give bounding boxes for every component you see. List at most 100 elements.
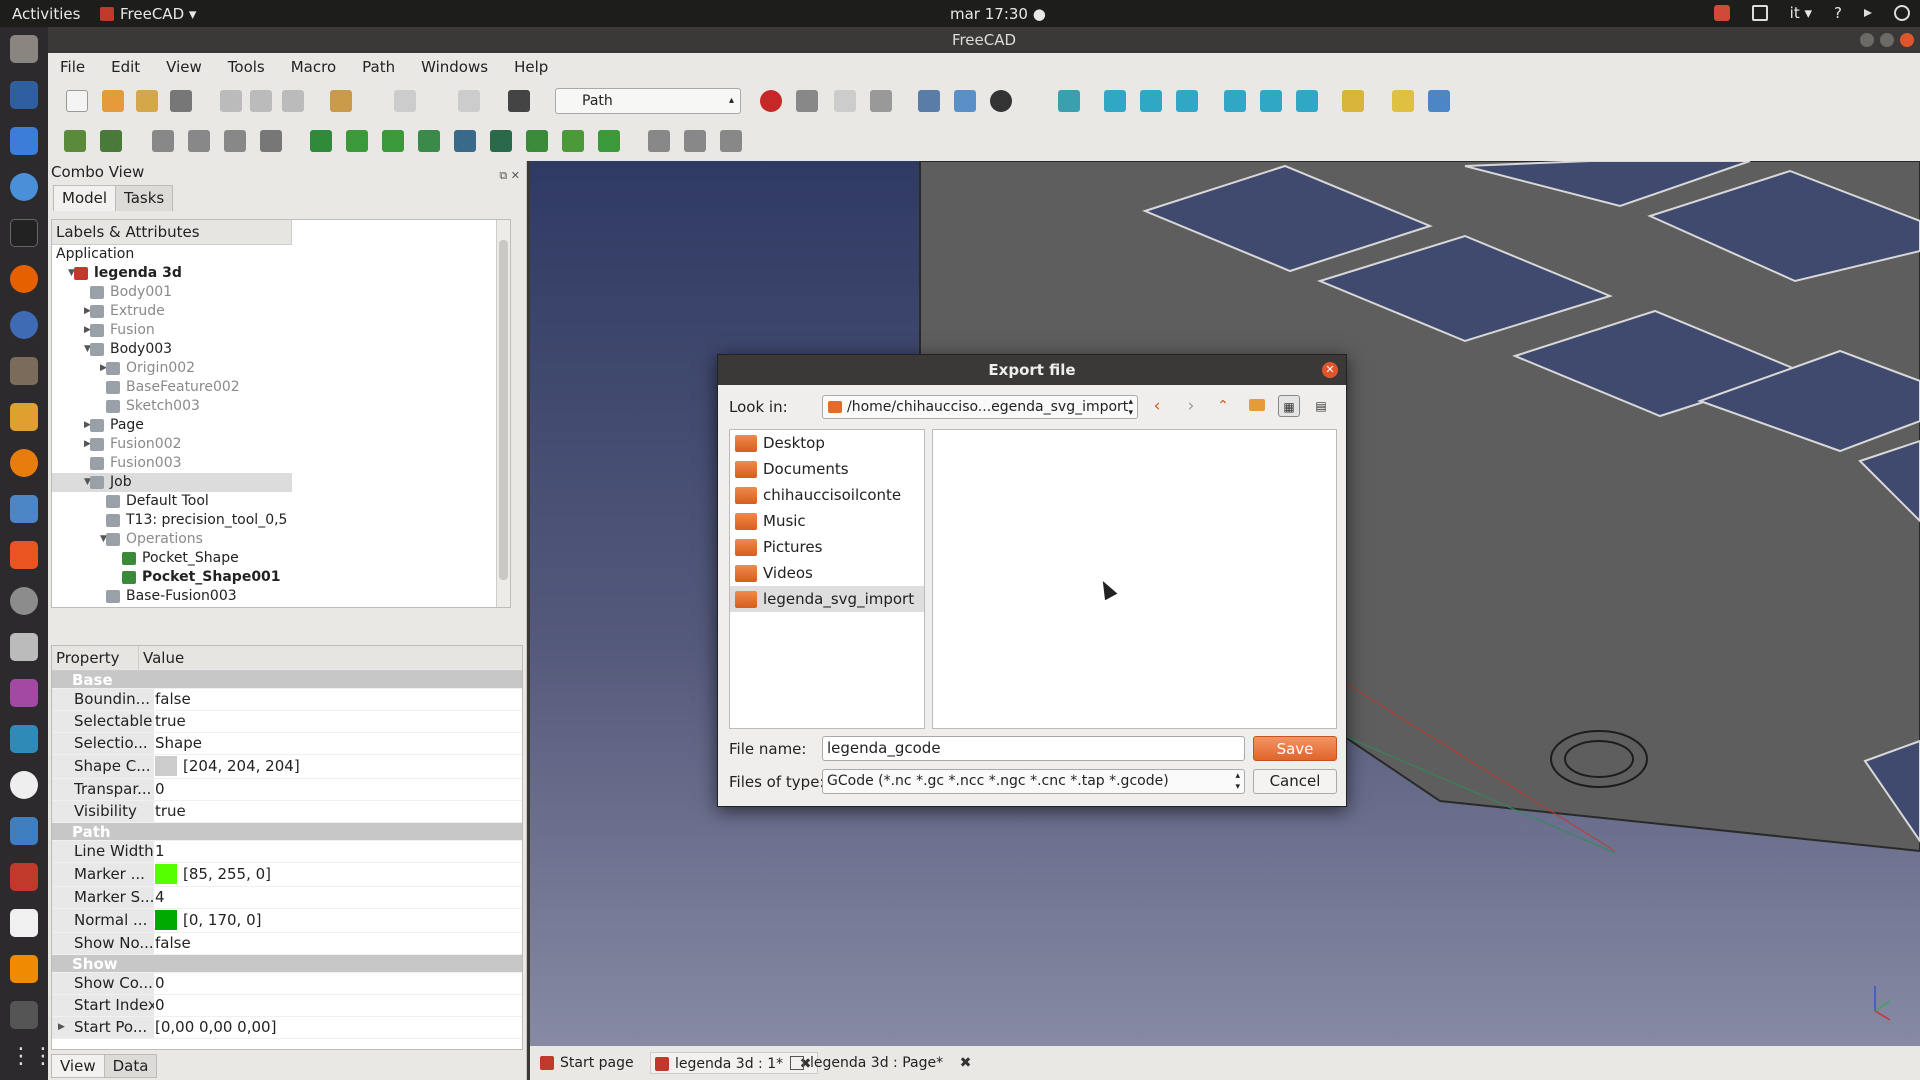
menu-windows[interactable]: Windows [421,58,488,76]
place-item[interactable]: chihauccisoilconte [730,482,924,508]
whats-this-icon[interactable] [508,90,530,112]
tree-item[interactable]: ▶ Page [52,416,510,435]
menu-path[interactable]: Path [362,58,395,76]
view-rear-icon[interactable] [1224,90,1246,112]
adaptive-icon[interactable] [490,130,512,152]
property-row[interactable]: Selectable true [52,711,522,733]
workbench-selector[interactable]: Path ▴▾ [555,88,741,130]
color-swatch[interactable] [155,910,177,930]
cut-icon[interactable] [220,90,242,112]
tree-scrollbar[interactable] [496,220,510,607]
minimize-button[interactable] [1860,33,1874,47]
copy-op-icon[interactable] [720,130,742,152]
gimp-icon[interactable] [10,357,38,385]
tree-item[interactable]: ▼ Operations [52,530,510,549]
mill-face-icon[interactable] [418,130,440,152]
freecad-dock-icon[interactable] [10,863,38,891]
look-in-combo[interactable]: /home/chihaucciso...egenda_svg_import ▴ ▾ [822,395,1138,419]
property-row[interactable]: Shape C... [204, 204, 204] [52,755,522,779]
property-value[interactable]: 1 [155,841,165,862]
tree-item[interactable]: Sketch003 [52,397,510,416]
tab-model[interactable]: Model [53,185,117,211]
media-icon[interactable] [10,679,38,707]
tree-item[interactable]: ▼ Body003 [52,340,510,359]
list-view-icon[interactable]: ▦ [1278,395,1300,417]
forward-icon[interactable]: › [1180,395,1202,417]
view-bottom-icon[interactable] [1260,90,1282,112]
property-value[interactable]: Shape [155,733,202,754]
arduino-icon[interactable] [10,725,38,753]
tree-item[interactable]: Body001 [52,283,510,302]
pocket-shape-icon[interactable] [382,130,404,152]
thunderbird-icon[interactable] [10,81,38,109]
video-editor-icon[interactable] [10,1001,38,1029]
property-row[interactable]: Line Width 1 [52,841,522,863]
place-item[interactable]: legenda_svg_import [730,586,924,612]
maximize-button[interactable] [1880,33,1894,47]
undo-icon[interactable] [330,90,352,112]
firefox-icon[interactable] [10,265,38,293]
property-value[interactable]: true [155,801,186,822]
redo-icon[interactable] [394,90,416,112]
help-icon[interactable]: ? [1834,4,1842,22]
notes-icon[interactable] [10,909,38,937]
tab-data[interactable]: Data [103,1054,158,1078]
show-apps-icon[interactable]: ⋮⋮⋮ [10,1043,76,1071]
tab-tasks[interactable]: Tasks [115,185,174,211]
property-row[interactable]: Marker ... [85, 255, 0] [52,863,522,887]
property-row[interactable]: Boundin... false [52,689,522,711]
tree-item[interactable]: ▶ Origin002 [52,359,510,378]
vlc-icon[interactable] [10,955,38,983]
save-button[interactable]: Save [1253,736,1337,761]
keyboard-layout[interactable]: it ▾ [1790,4,1812,22]
dressup-icon[interactable] [684,130,706,152]
menu-help[interactable]: Help [514,58,548,76]
tree-item[interactable]: ▶ Fusion002 [52,435,510,454]
screenshot-icon[interactable] [10,633,38,661]
panel-buttons[interactable]: ⧉ ✕ [499,165,520,187]
property-row[interactable]: Visibility true [52,801,522,823]
tree-item[interactable]: Application [52,245,510,264]
profile-icon[interactable] [310,130,332,152]
fit-all-icon[interactable] [918,90,940,112]
vcarve-icon[interactable] [598,130,620,152]
tree-item[interactable]: Pocket_Shape001 [52,568,510,587]
draw-style-icon[interactable] [990,90,1012,112]
property-row[interactable]: ▶ Start Po... [0,00 0,00 0,00] [52,1017,522,1039]
tree-item[interactable]: ▶ Extrude [52,302,510,321]
property-value[interactable]: 0 [155,779,165,800]
property-value[interactable]: [204, 204, 204] [155,755,300,778]
tree-item[interactable]: ▼ Job [52,473,292,492]
color-swatch[interactable] [155,756,177,776]
back-icon[interactable]: ‹ [1146,395,1168,417]
refresh-icon[interactable] [458,90,480,112]
tree-item[interactable]: T13: precision_tool_0,5 [52,511,510,530]
file-name-input[interactable]: legenda_gcode [822,736,1245,761]
property-row[interactable]: Marker S... 4 [52,887,522,909]
dialog-close-icon[interactable]: ✕ [1322,362,1338,378]
property-column-header[interactable]: Property [56,646,119,670]
view-isometric-icon[interactable] [1058,90,1080,112]
place-item[interactable]: Videos [730,560,924,586]
property-value[interactable]: false [155,933,191,954]
software-icon[interactable] [10,541,38,569]
volume-icon[interactable] [1864,9,1872,17]
engrave-icon[interactable] [526,130,548,152]
paste-icon[interactable] [282,90,304,112]
part-icon[interactable] [1392,90,1414,112]
view-right-icon[interactable] [1176,90,1198,112]
menu-tools[interactable]: Tools [228,58,265,76]
new-folder-icon[interactable] [1246,395,1268,417]
power-icon[interactable] [1894,5,1910,21]
property-value[interactable]: false [155,689,191,710]
copy-icon[interactable] [250,90,272,112]
helix-icon[interactable] [454,130,476,152]
property-row[interactable]: Show No... false [52,933,522,955]
terminal-icon[interactable] [10,219,38,247]
place-item[interactable]: Pictures [730,534,924,560]
files-icon[interactable] [10,35,38,63]
job-icon[interactable] [64,130,86,152]
file-list[interactable] [932,429,1337,729]
inkscape-icon[interactable] [10,311,38,339]
cube-icon[interactable] [10,817,38,845]
